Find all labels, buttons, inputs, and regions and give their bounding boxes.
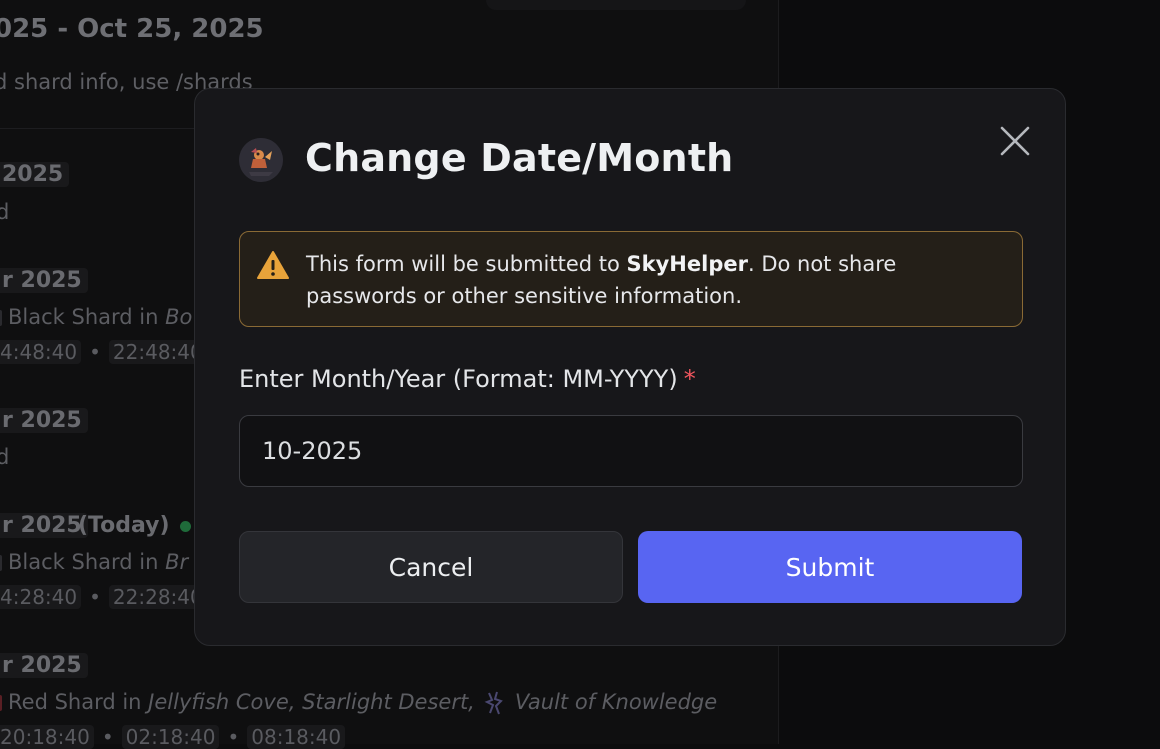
background-toolbar: [486, 0, 746, 10]
background-shard-line: Red Shard in Jellyfish Cove, Starlight D…: [0, 690, 717, 716]
month-year-label: Enter Month/Year (Format: MM-YYYY) *: [239, 365, 696, 393]
required-mark: *: [683, 365, 696, 393]
background-header-title: 025 - Oct 25, 2025: [0, 14, 264, 44]
avatar-illustration-icon: [239, 138, 283, 182]
background-times: 4:48:40 • 22:48:40: [0, 340, 207, 364]
background-times: 20:18:40 • 02:18:40 • 08:18:40: [0, 725, 346, 749]
close-icon: [1000, 126, 1030, 156]
background-shard-line: Black Shard in Bo: [0, 305, 192, 329]
background-line: d: [0, 445, 10, 469]
background-date-badge: r 2025: [0, 268, 88, 293]
submit-button[interactable]: Submit: [638, 531, 1022, 603]
background-times: 4:28:40 • 22:28:40: [0, 585, 207, 609]
background-date-badge: 2025: [0, 162, 70, 187]
bot-avatar: [239, 138, 283, 182]
warning-icon: [257, 251, 289, 279]
modal-title: Change Date/Month: [305, 136, 734, 180]
sparkle-icon: [484, 691, 503, 715]
black-shard-icon: [0, 555, 2, 571]
close-button[interactable]: [995, 121, 1035, 161]
background-shard-line: Black Shard in Br: [0, 550, 188, 574]
month-year-input[interactable]: [239, 415, 1023, 487]
black-shard-icon: [0, 310, 2, 326]
change-date-modal: Change Date/Month This form will be subm…: [194, 88, 1066, 646]
background-date-badge: r 2025: [0, 408, 88, 433]
warning-banner: This form will be submitted to SkyHelper…: [239, 231, 1023, 327]
background-line: d: [0, 200, 10, 224]
online-dot-icon: [180, 521, 191, 532]
red-shard-icon: [0, 695, 2, 711]
background-date-badge: r 2025: [0, 513, 88, 538]
background-date-badge: r 2025: [0, 653, 88, 678]
background-today-label: (Today): [78, 513, 170, 538]
bot-name: SkyHelper: [626, 252, 748, 276]
cancel-button[interactable]: Cancel: [239, 531, 623, 603]
warning-text: This form will be submitted to SkyHelper…: [306, 252, 897, 308]
